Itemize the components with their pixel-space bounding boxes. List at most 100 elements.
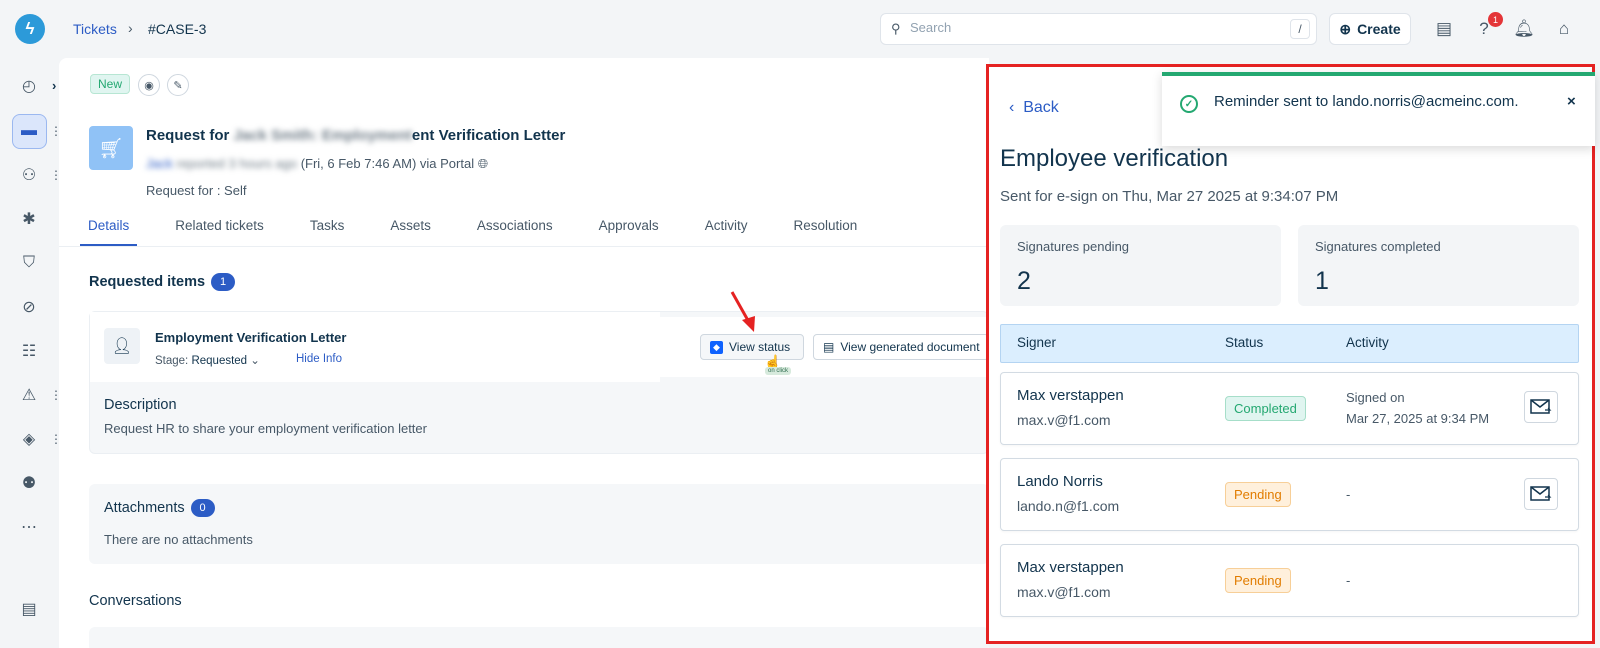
tab-activity[interactable]: Activity bbox=[697, 212, 756, 246]
requested-items-label: Requested items bbox=[89, 274, 206, 290]
tab-details[interactable]: Details bbox=[80, 212, 138, 246]
attachments-label: Attachments bbox=[104, 500, 185, 516]
activity-line-1: Signed on bbox=[1346, 390, 1405, 405]
col-signer: Signer bbox=[1017, 335, 1057, 350]
attachments-empty-text: There are no attachments bbox=[104, 532, 253, 547]
cart-icon: 🛒︎ bbox=[89, 126, 133, 170]
attachments-count: 0 bbox=[190, 499, 215, 517]
contacts-icon[interactable]: ▤ bbox=[1432, 17, 1456, 41]
completed-value: 1 bbox=[1315, 267, 1329, 295]
status-badge: Pending bbox=[1225, 482, 1291, 507]
signers-table-header bbox=[1000, 324, 1579, 363]
breadcrumb-current: #CASE-3 bbox=[148, 21, 207, 37]
requester-link[interactable]: Jack bbox=[146, 156, 173, 171]
col-activity: Activity bbox=[1346, 335, 1389, 350]
status-badge: Completed bbox=[1225, 396, 1306, 421]
chevron-right-icon[interactable]: › bbox=[52, 78, 56, 93]
shield-icon[interactable]: ⛉ bbox=[17, 251, 41, 275]
plus-circle-icon: ⊕ bbox=[1339, 20, 1352, 37]
tabs-divider bbox=[59, 246, 989, 247]
layers-icon[interactable]: ◈ bbox=[17, 427, 41, 451]
activity-line-2: Mar 27, 2025 at 9:34 PM bbox=[1346, 411, 1490, 426]
signatures-pending-card: Signatures pending 2 bbox=[1000, 225, 1281, 306]
tab-assets[interactable]: Assets bbox=[382, 212, 439, 246]
users-icon[interactable]: ⚉ bbox=[17, 471, 41, 495]
signer-name: Max verstappen bbox=[1017, 387, 1124, 404]
item-header bbox=[90, 312, 660, 382]
ticket-tabs: Details Related tickets Tasks Assets Ass… bbox=[80, 212, 865, 246]
item-name: Employment Verification Letter bbox=[155, 330, 347, 345]
item-stage-dropdown[interactable]: Stage: Requested ⌄ bbox=[155, 353, 260, 367]
alert-icon[interactable]: ⚠ bbox=[17, 383, 41, 407]
send-reminder-button[interactable] bbox=[1524, 391, 1558, 423]
hide-info-link[interactable]: Hide Info bbox=[296, 353, 342, 365]
globe-icon: 🌐︎ bbox=[477, 156, 489, 171]
back-button[interactable]: ‹ Back bbox=[1009, 99, 1059, 117]
chevron-down-icon: ⌄ bbox=[250, 355, 260, 367]
request-for: Request for : Self bbox=[146, 183, 247, 198]
signer-email: max.v@f1.com bbox=[1017, 584, 1111, 600]
signer-email: lando.n@f1.com bbox=[1017, 498, 1120, 514]
attachments-heading: Attachments 0 bbox=[104, 499, 215, 517]
send-reminder-button[interactable] bbox=[1524, 478, 1558, 510]
changes-icon[interactable]: ⊘ bbox=[17, 295, 41, 319]
checklist-icon[interactable]: ☷ bbox=[17, 339, 41, 363]
agents-icon[interactable]: ⚇ bbox=[17, 163, 41, 187]
mail-send-icon bbox=[1530, 399, 1552, 414]
status-badge: New bbox=[90, 74, 131, 94]
signer-activity: Signed on Mar 27, 2025 at 9:34 PM bbox=[1346, 387, 1489, 429]
bell-icon[interactable]: 🔔︎ bbox=[1512, 17, 1536, 41]
completed-label: Signatures completed bbox=[1315, 239, 1441, 254]
edit-icon[interactable]: ✎ bbox=[167, 74, 189, 96]
ticket-title: Request for Jack Smith: Employmentent Ve… bbox=[146, 127, 565, 144]
tickets-icon[interactable]: ▬ bbox=[17, 119, 41, 143]
create-button[interactable]: ⊕ Create bbox=[1329, 13, 1411, 45]
description-text: Request HR to share your employment veri… bbox=[104, 421, 427, 436]
chevron-left-icon: ‹ bbox=[1009, 99, 1015, 116]
more-apps-icon[interactable]: ⋯ bbox=[17, 515, 41, 539]
status-badge: Pending bbox=[1225, 568, 1291, 593]
ticket-title-redacted: Jack Smith: Employment bbox=[233, 127, 412, 144]
check-circle-icon: ✓ bbox=[1180, 95, 1198, 113]
tab-related-tickets[interactable]: Related tickets bbox=[167, 212, 272, 246]
description-title: Description bbox=[104, 397, 177, 413]
requested-items-count: 1 bbox=[211, 273, 236, 291]
ticket-title-suffix: ent Verification Letter bbox=[411, 127, 566, 144]
search-shortcut-key: / bbox=[1290, 19, 1310, 39]
mail-send-icon bbox=[1530, 486, 1552, 501]
signatures-completed-card: Signatures completed 1 bbox=[1298, 225, 1579, 306]
back-label: Back bbox=[1023, 99, 1059, 116]
signer-activity: - bbox=[1346, 573, 1351, 588]
panel-subtitle: Sent for e-sign on Thu, Mar 27 2025 at 9… bbox=[1000, 188, 1339, 205]
tab-associations[interactable]: Associations bbox=[469, 212, 561, 246]
view-generated-document-button[interactable]: ▤ View generated document bbox=[813, 334, 989, 360]
document-icon: ▤ bbox=[823, 340, 835, 354]
breadcrumb-tickets-link[interactable]: Tickets bbox=[73, 21, 117, 37]
search-input[interactable] bbox=[910, 20, 1250, 35]
view-generated-label: View generated document bbox=[840, 340, 980, 354]
catalog-icon[interactable]: ▤ bbox=[17, 597, 41, 621]
create-button-label: Create bbox=[1357, 21, 1401, 37]
stage-value: Requested bbox=[191, 355, 248, 367]
requested-items-heading: Requested items 1 bbox=[89, 273, 236, 291]
panel-title: Employee verification bbox=[1000, 145, 1229, 172]
bug-icon[interactable]: ✱ bbox=[17, 207, 41, 231]
meta-source: (Fri, 6 Feb 7:46 AM) via Portal bbox=[300, 156, 475, 171]
view-status-button[interactable]: ◆ View status bbox=[700, 334, 804, 360]
eye-icon[interactable]: ◉ bbox=[138, 74, 160, 96]
ticket-title-prefix: Request for bbox=[146, 127, 234, 144]
tab-tasks[interactable]: Tasks bbox=[302, 212, 353, 246]
dashboard-icon[interactable]: ◴ bbox=[17, 74, 41, 98]
signer-name: Lando Norris bbox=[1017, 473, 1103, 490]
tab-approvals[interactable]: Approvals bbox=[591, 212, 667, 246]
close-icon[interactable]: × bbox=[1567, 93, 1576, 110]
signer-email: max.v@f1.com bbox=[1017, 412, 1111, 428]
ticket-meta: Jack reported 3 hours ago (Fri, 6 Feb 7:… bbox=[146, 156, 488, 172]
attachments-card bbox=[89, 484, 989, 564]
tab-resolution[interactable]: Resolution bbox=[785, 212, 865, 246]
notification-count-badge: 1 bbox=[1488, 12, 1503, 27]
app-logo-icon[interactable]: ϟ bbox=[15, 14, 45, 44]
conversations-heading: Conversations bbox=[89, 593, 182, 609]
store-icon[interactable]: ⌂ bbox=[1552, 17, 1576, 41]
search-box[interactable]: ⚲ / bbox=[880, 13, 1317, 45]
